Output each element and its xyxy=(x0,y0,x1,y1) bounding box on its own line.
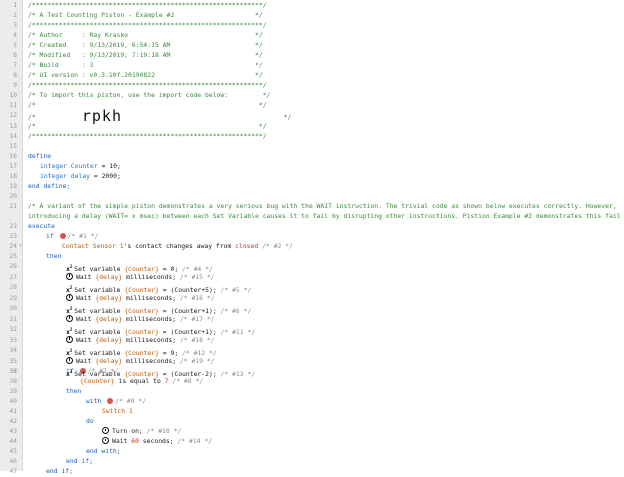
line-number: 36 xyxy=(9,368,17,375)
statement-expression: milliseconds; xyxy=(122,272,180,281)
code-line: 47 end if; xyxy=(0,466,624,477)
set-variable-statement[interactable]: x2 Set variable {Counter} = (Counter-2); … xyxy=(66,366,620,381)
device-name: Contact Sensor 1 xyxy=(62,242,124,250)
comment-suffix: */ xyxy=(122,113,292,121)
statement-status-icon xyxy=(107,398,114,404)
statement-tag: /* #19 */ xyxy=(179,356,215,365)
clock-icon xyxy=(66,356,73,364)
end-if-keyword: end if; xyxy=(46,467,73,475)
comment-prefix: /* xyxy=(28,113,82,121)
statement-tag: /* #9 */ xyxy=(115,397,147,405)
statement-text: Wait xyxy=(76,272,96,281)
variable-ref: {Counter} xyxy=(124,370,159,379)
clock-icon xyxy=(66,314,73,322)
set-variable-icon: x2 xyxy=(66,369,73,379)
statement-tag: /* #17 */ xyxy=(179,314,215,323)
clock-icon xyxy=(66,272,73,280)
variable-ref: {delay} xyxy=(95,335,123,344)
code-line: 36 x2 Set variable {Counter} = (Counter-2)… xyxy=(0,366,624,378)
statement-tag: /* #2 */ xyxy=(258,242,293,250)
statement-expression: milliseconds; xyxy=(122,293,180,302)
statement-tag: /* #10 */ xyxy=(146,427,182,435)
statement-text: Wait xyxy=(76,293,96,302)
type-keyword: integer xyxy=(40,162,67,170)
type-keyword: integer xyxy=(40,172,67,180)
variable-ref: {delay} xyxy=(95,356,123,365)
code-editor: 1/**************************************… xyxy=(0,0,624,475)
statement-tag: /* #13 */ xyxy=(220,370,256,379)
statement-text: Wait xyxy=(76,314,96,323)
variable-ref: {delay} xyxy=(95,272,123,281)
variable-value: = 2000; xyxy=(90,172,121,180)
statement-tag: /* #1 */ xyxy=(67,232,99,240)
condition-value: closed xyxy=(235,242,259,250)
clock-icon xyxy=(102,437,109,444)
statement-text: Wait xyxy=(76,335,96,344)
with-keyword: with xyxy=(86,397,102,405)
if-keyword: if xyxy=(46,232,54,240)
statement-expression: milliseconds; xyxy=(122,356,180,365)
statement-tag: /* #18 */ xyxy=(179,335,215,344)
variable-ref: {delay} xyxy=(95,314,123,323)
statement-expression: = (Counter-2); xyxy=(158,370,221,379)
clock-icon xyxy=(66,335,73,343)
task-text: Wait xyxy=(112,437,132,445)
statement-text: Set variable xyxy=(74,370,125,379)
task-text: Turn on; xyxy=(112,427,147,435)
statement-text: Wait xyxy=(76,356,96,365)
statement-expression: milliseconds; xyxy=(122,314,180,323)
statement-tag: /* #15 */ xyxy=(179,272,215,281)
variable-name: Counter xyxy=(70,162,98,170)
condition-text: 's contact changes away from xyxy=(123,242,236,250)
variable-ref: {delay} xyxy=(95,293,123,302)
statement-tag: /* #14 */ xyxy=(177,437,213,445)
task-unit: seconds; xyxy=(138,437,178,445)
wait-value: 60 xyxy=(131,437,139,445)
statement-expression: milliseconds; xyxy=(122,335,180,344)
line-number: 47 xyxy=(9,468,17,475)
variable-name: delay xyxy=(70,172,91,180)
variable-value: = 10; xyxy=(97,162,121,170)
statement-tag: /* #16 */ xyxy=(179,293,215,302)
clock-icon xyxy=(66,293,73,301)
power-icon xyxy=(102,427,109,434)
statement-status-icon xyxy=(59,233,66,239)
